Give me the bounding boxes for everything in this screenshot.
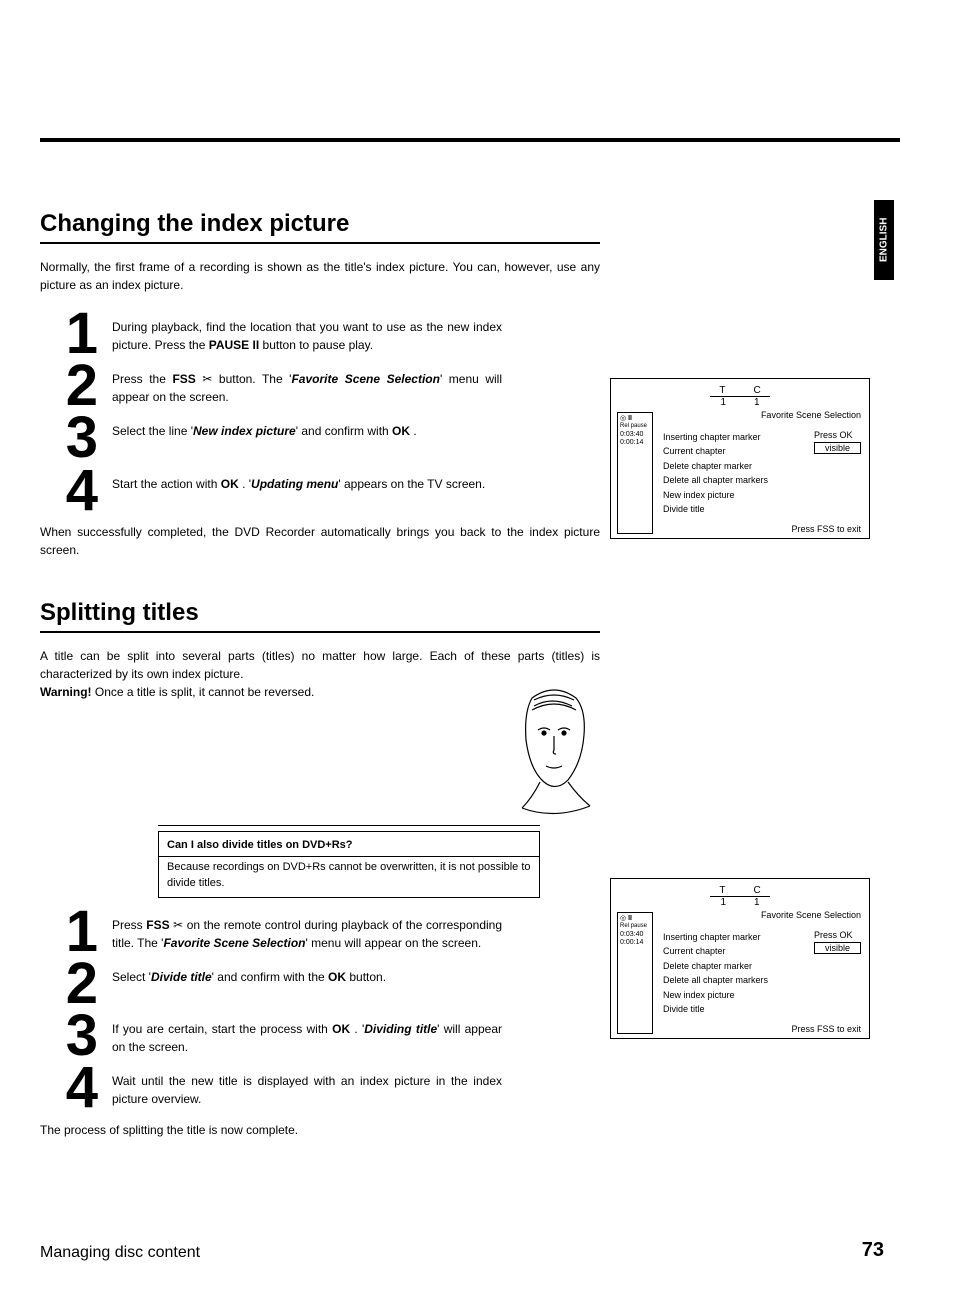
panel-top: TC 11 — [617, 885, 863, 908]
footer-section-title: Managing disc content — [40, 1244, 200, 1262]
panel-item: Delete chapter marker — [663, 959, 863, 973]
step: 3 Select the line 'New index picture' an… — [40, 418, 600, 464]
panel-footer: Press FSS to exit — [663, 1024, 863, 1034]
panel-right: Press OK visible — [814, 430, 861, 454]
fss-panel-1: TC 11 ◎ II Rel pause 0:03:40 0:00:14 Fav… — [610, 378, 870, 539]
step-text: Start the action with OK . 'Updating men… — [112, 471, 502, 493]
section1-title: Changing the index picture — [40, 210, 600, 244]
page-number: 73 — [862, 1239, 884, 1262]
panel-item: New index picture — [663, 488, 863, 502]
panel-item: Delete all chapter markers — [663, 473, 863, 487]
note-question: Can I also divide titles on DVD+Rs? — [167, 838, 531, 853]
section1-steps: 1 During playback, find the location tha… — [40, 314, 600, 517]
top-rule — [40, 138, 900, 142]
section2-steps: 1 Press FSS ✂ on the remote control duri… — [40, 912, 600, 1115]
section1-after: When successfully completed, the DVD Rec… — [40, 523, 600, 559]
step: 1 During playback, find the location tha… — [40, 314, 600, 360]
note-answer: Because recordings on DVD+Rs cannot be o… — [167, 860, 531, 891]
panel-right: Press OK visible — [814, 930, 861, 954]
step: 2 Select 'Divide title' and confirm with… — [40, 964, 600, 1010]
main-content: Changing the index picture Normally, the… — [40, 210, 600, 1139]
step-text: Select 'Divide title' and confirm with t… — [112, 964, 502, 986]
panel-left-box: ◎ II Rel pause 0:03:40 0:00:14 — [617, 912, 653, 1034]
step-text: Select the line 'New index picture' and … — [112, 418, 502, 440]
section2-title: Splitting titles — [40, 599, 600, 633]
step-text: Press the FSS ✂ button. The 'Favorite Sc… — [112, 366, 502, 406]
panel-item: Divide title — [663, 502, 863, 516]
section1-intro: Normally, the first frame of a recording… — [40, 258, 600, 294]
panel-item: Delete all chapter markers — [663, 973, 863, 987]
note-box-wrap: Can I also divide titles on DVD+Rs? Beca… — [40, 831, 600, 898]
note-box: Can I also divide titles on DVD+Rs? Beca… — [158, 831, 540, 898]
step: 1 Press FSS ✂ on the remote control duri… — [40, 912, 600, 958]
step: 4 Start the action with OK . 'Updating m… — [40, 471, 600, 517]
language-tab: ENGLISH — [874, 200, 894, 280]
step: 3 If you are certain, start the process … — [40, 1016, 600, 1062]
step-text: During playback, find the location that … — [112, 314, 502, 354]
panel-top: TC 11 — [617, 385, 863, 408]
section2-after: The process of splitting the title is no… — [40, 1121, 600, 1139]
step-text: Press FSS ✂ on the remote control during… — [112, 912, 502, 952]
step-number: 3 — [40, 412, 112, 464]
panel-item: Delete chapter marker — [663, 459, 863, 473]
step-text: Wait until the new title is displayed wi… — [112, 1068, 502, 1108]
step-number: 4 — [40, 1062, 112, 1114]
panel-title: Favorite Scene Selection — [761, 910, 861, 920]
panel-item: New index picture — [663, 988, 863, 1002]
step: 4 Wait until the new title is displayed … — [40, 1068, 600, 1114]
fss-panel-2: TC 11 ◎ II Rel pause 0:03:40 0:00:14 Fav… — [610, 878, 870, 1039]
step-text: If you are certain, start the process wi… — [112, 1016, 502, 1056]
step-number: 4 — [40, 465, 112, 517]
step: 2 Press the FSS ✂ button. The 'Favorite … — [40, 366, 600, 412]
panel-title: Favorite Scene Selection — [761, 410, 861, 420]
panel-left-box: ◎ II Rel pause 0:03:40 0:00:14 — [617, 412, 653, 534]
panel-footer: Press FSS to exit — [663, 524, 863, 534]
panel-item: Divide title — [663, 1002, 863, 1016]
thinking-face-illustration — [504, 680, 604, 820]
